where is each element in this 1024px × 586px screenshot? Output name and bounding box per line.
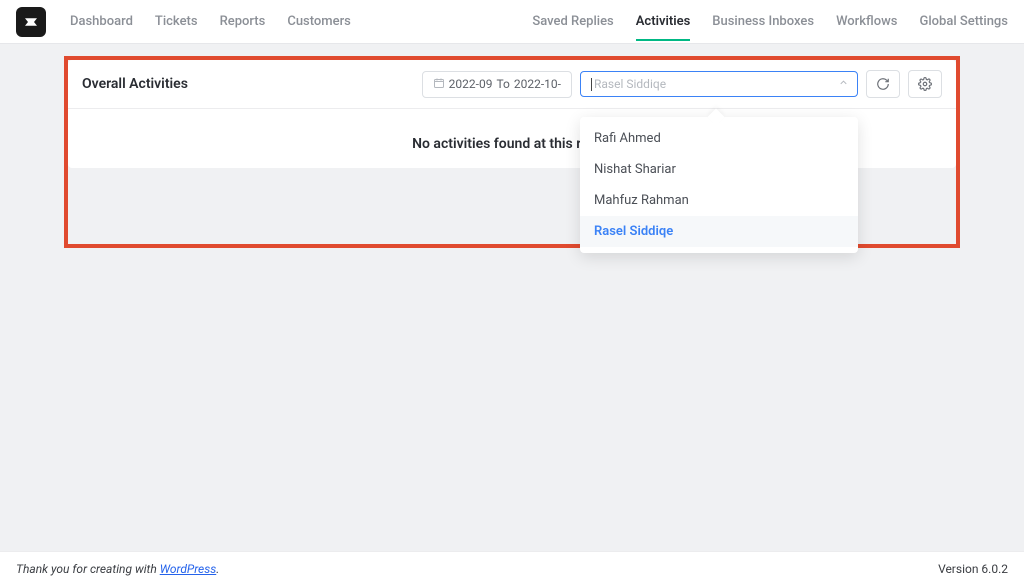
footer-wordpress-link[interactable]: WordPress	[160, 562, 217, 576]
footer-prefix: Thank you for creating with	[16, 562, 160, 576]
nav-workflows[interactable]: Workflows	[836, 2, 897, 41]
agent-select[interactable]: Rasel Siddiqe	[580, 71, 858, 97]
panel-title: Overall Activities	[82, 76, 414, 92]
agent-dropdown: Rafi Ahmed Nishat Shariar Mahfuz Rahman …	[580, 117, 858, 253]
dropdown-option[interactable]: Nishat Shariar	[580, 154, 858, 185]
nav-business-inboxes[interactable]: Business Inboxes	[712, 2, 814, 41]
nav-dashboard[interactable]: Dashboard	[70, 2, 133, 41]
date-separator: To	[496, 77, 509, 91]
date-range-picker[interactable]: 2022-09 To 2022-10-	[422, 71, 572, 98]
agent-select-wrap: Rasel Siddiqe Rafi Ahmed Nishat Shariar …	[580, 71, 858, 97]
app-logo[interactable]	[16, 7, 46, 37]
nav-left-group: Dashboard Tickets Reports Customers	[70, 2, 351, 41]
refresh-icon	[876, 77, 890, 91]
nav-saved-replies[interactable]: Saved Replies	[532, 2, 613, 41]
logo-icon	[22, 13, 40, 31]
nav-tickets[interactable]: Tickets	[155, 2, 198, 41]
refresh-button[interactable]	[866, 70, 900, 98]
footer-version: Version 6.0.2	[938, 562, 1008, 576]
nav-customers[interactable]: Customers	[287, 2, 351, 41]
activities-panel: Overall Activities 2022-09 To 2022-10- R…	[68, 60, 956, 168]
gear-icon	[918, 77, 932, 91]
date-to: 2022-10-	[514, 77, 561, 91]
nav-right-group: Saved Replies Activities Business Inboxe…	[532, 2, 1008, 41]
highlighted-region: Overall Activities 2022-09 To 2022-10- R…	[64, 56, 960, 248]
settings-button[interactable]	[908, 70, 942, 98]
nav-activities[interactable]: Activities	[636, 2, 691, 41]
agent-select-placeholder: Rasel Siddiqe	[594, 77, 666, 91]
footer-credit: Thank you for creating with WordPress.	[16, 562, 219, 576]
dropdown-option-selected[interactable]: Rasel Siddiqe	[580, 216, 858, 247]
chevron-up-icon	[838, 77, 849, 91]
panel-header: Overall Activities 2022-09 To 2022-10- R…	[68, 60, 956, 109]
dropdown-option[interactable]: Rafi Ahmed	[580, 123, 858, 154]
top-navigation: Dashboard Tickets Reports Customers Save…	[0, 0, 1024, 44]
nav-global-settings[interactable]: Global Settings	[919, 2, 1008, 41]
text-cursor	[591, 78, 592, 91]
date-from: 2022-09	[449, 77, 493, 91]
footer: Thank you for creating with WordPress. V…	[0, 551, 1024, 586]
calendar-icon	[433, 77, 445, 92]
footer-suffix: .	[216, 562, 219, 576]
dropdown-option[interactable]: Mahfuz Rahman	[580, 185, 858, 216]
nav-reports[interactable]: Reports	[220, 2, 266, 41]
